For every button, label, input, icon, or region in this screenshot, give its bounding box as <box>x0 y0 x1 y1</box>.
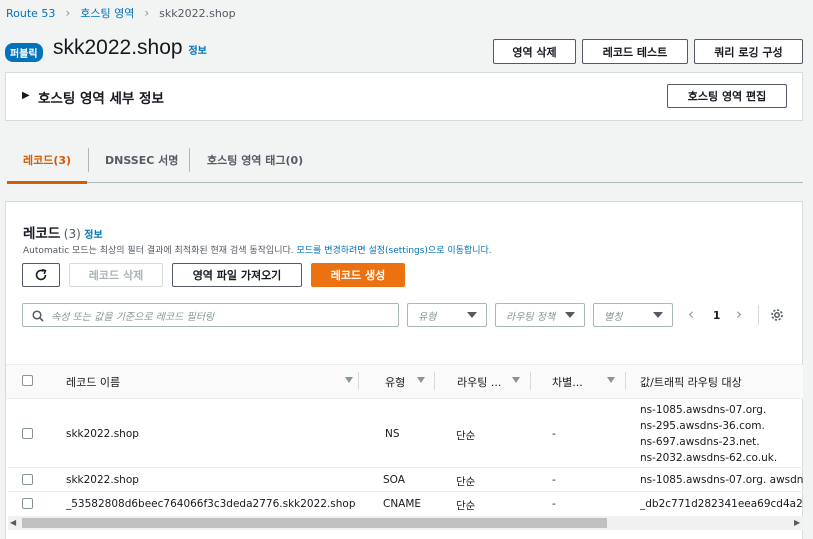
column-header-differentiator[interactable]: 차별... <box>552 374 583 390</box>
record-value: ns-2032.awsdns-62.co.uk. <box>640 452 778 464</box>
sort-icon[interactable] <box>417 377 425 383</box>
chevron-right-icon: › <box>65 6 71 20</box>
gear-icon[interactable] <box>770 308 784 322</box>
caret-down-icon <box>653 312 663 318</box>
settings-link[interactable]: 모드를 변경하려면 설정(settings)으로 이동합니다. <box>297 246 492 256</box>
record-differentiator: - <box>552 498 556 510</box>
select-all-checkbox[interactable] <box>22 375 33 386</box>
row-checkbox[interactable] <box>22 474 33 485</box>
breadcrumb-route53[interactable]: Route 53 <box>6 7 55 20</box>
tab-dnssec[interactable]: DNSSEC 서명 <box>105 152 178 168</box>
routing-select-label: 라우팅 정책 <box>506 311 556 323</box>
page-title: skk2022.shop 정보 <box>53 36 207 60</box>
caret-down-icon <box>467 312 477 318</box>
info-link[interactable]: 정보 <box>188 46 206 57</box>
record-routing: 단순 <box>456 430 476 442</box>
tab-divider <box>189 148 190 172</box>
record-name[interactable]: skk2022.shop <box>66 428 139 440</box>
query-logging-button[interactable]: 쿼리 로깅 구성 <box>694 39 803 64</box>
record-value: ns-1085.awsdns-07.org. awsdns <box>640 474 803 486</box>
record-name[interactable]: _53582808d6beec764066f3c3deda2776.skk202… <box>66 498 356 510</box>
record-type: CNAME <box>383 498 422 510</box>
next-page-icon[interactable]: › <box>736 305 742 323</box>
alias-select[interactable]: 별칭 <box>593 303 673 327</box>
record-routing: 단순 <box>456 476 476 488</box>
sort-icon[interactable] <box>607 377 615 383</box>
prev-page-icon[interactable]: ‹ <box>688 305 694 323</box>
breadcrumb-current: skk2022.shop <box>159 6 236 20</box>
column-header-routing[interactable]: 라우팅 ... <box>457 374 501 390</box>
test-record-button[interactable]: 레코드 테스트 <box>582 39 688 64</box>
record-type: NS <box>385 428 400 440</box>
column-header-type[interactable]: 유형 <box>385 374 405 390</box>
scrollbar-thumb[interactable] <box>22 518 607 528</box>
page-title-text: skk2022.shop <box>53 36 183 59</box>
expand-triangle-icon[interactable]: ▶ <box>22 90 30 101</box>
records-info-link[interactable]: 정보 <box>84 230 102 241</box>
record-value: ns-1085.awsdns-07.org. <box>640 404 767 416</box>
scroll-right-icon[interactable]: ▶ <box>794 518 800 527</box>
refresh-button[interactable] <box>22 263 60 287</box>
public-badge: 퍼블릭 <box>5 43 43 62</box>
routing-policy-select[interactable]: 라우팅 정책 <box>495 303 585 327</box>
column-header-value[interactable]: 값/트래픽 라우팅 대상 <box>640 374 742 390</box>
delete-zone-button[interactable]: 영역 삭제 <box>493 39 576 64</box>
record-routing: 단순 <box>456 500 476 512</box>
column-divider <box>434 372 435 390</box>
tabs-baseline <box>7 182 803 183</box>
details-title[interactable]: 호스팅 영역 세부 정보 <box>38 87 164 107</box>
record-name[interactable]: skk2022.shop <box>66 474 139 486</box>
column-divider <box>530 372 531 390</box>
alias-select-label: 별칭 <box>604 311 623 323</box>
tab-tags[interactable]: 호스팅 영역 태그(0) <box>207 152 303 168</box>
row-divider <box>8 467 803 468</box>
record-filter-input[interactable]: 속성 또는 값을 기준으로 레코드 필터링 <box>22 303 399 327</box>
type-select-label: 유형 <box>418 311 437 323</box>
refresh-icon <box>35 268 47 281</box>
description-text: Automatic 모드는 최상의 필터 결과에 최적화된 현재 검색 동작입니… <box>23 246 297 256</box>
records-count: (3) <box>63 227 81 241</box>
sort-icon[interactable] <box>512 377 520 383</box>
caret-down-icon <box>565 312 575 318</box>
record-differentiator: - <box>552 474 556 486</box>
record-value: ns-295.awsdns-36.com. <box>640 420 765 432</box>
delete-record-button[interactable]: 레코드 삭제 <box>69 263 163 287</box>
import-zone-file-button[interactable]: 영역 파일 가져오기 <box>172 263 302 287</box>
column-divider <box>358 372 359 390</box>
pagination-divider <box>758 305 759 325</box>
active-tab-indicator <box>7 181 87 184</box>
breadcrumb-hosted-zones[interactable]: 호스팅 영역 <box>80 5 134 21</box>
create-record-button[interactable]: 레코드 생성 <box>311 263 405 287</box>
tab-divider <box>88 148 89 172</box>
record-differentiator: - <box>552 428 556 440</box>
filter-placeholder: 속성 또는 값을 기준으로 레코드 필터링 <box>51 311 215 323</box>
row-checkbox[interactable] <box>22 498 33 509</box>
records-heading: 레코드 (3) 정보 <box>23 222 103 242</box>
chevron-right-icon: › <box>144 6 150 20</box>
sort-icon[interactable] <box>345 377 353 383</box>
record-value: ns-697.awsdns-23.net. <box>640 436 760 448</box>
search-icon <box>32 310 44 322</box>
type-select[interactable]: 유형 <box>407 303 487 327</box>
record-value: _db2c771d282341eea69cd4a2f <box>640 498 803 510</box>
records-title: 레코드 <box>23 226 61 242</box>
edit-zone-button[interactable]: 호스팅 영역 편집 <box>667 84 787 108</box>
breadcrumb: Route 53 › 호스팅 영역 › skk2022.shop <box>6 5 236 21</box>
row-divider <box>8 491 803 492</box>
record-type: SOA <box>383 474 405 486</box>
tab-records[interactable]: 레코드(3) <box>23 152 71 168</box>
row-checkbox[interactable] <box>22 428 33 439</box>
column-header-name[interactable]: 레코드 이름 <box>66 374 120 390</box>
scroll-left-icon[interactable]: ◀ <box>10 518 16 527</box>
column-divider <box>625 372 626 390</box>
page-number[interactable]: 1 <box>713 310 720 322</box>
records-description: Automatic 모드는 최상의 필터 결과에 최적화된 현재 검색 동작입니… <box>23 243 492 256</box>
